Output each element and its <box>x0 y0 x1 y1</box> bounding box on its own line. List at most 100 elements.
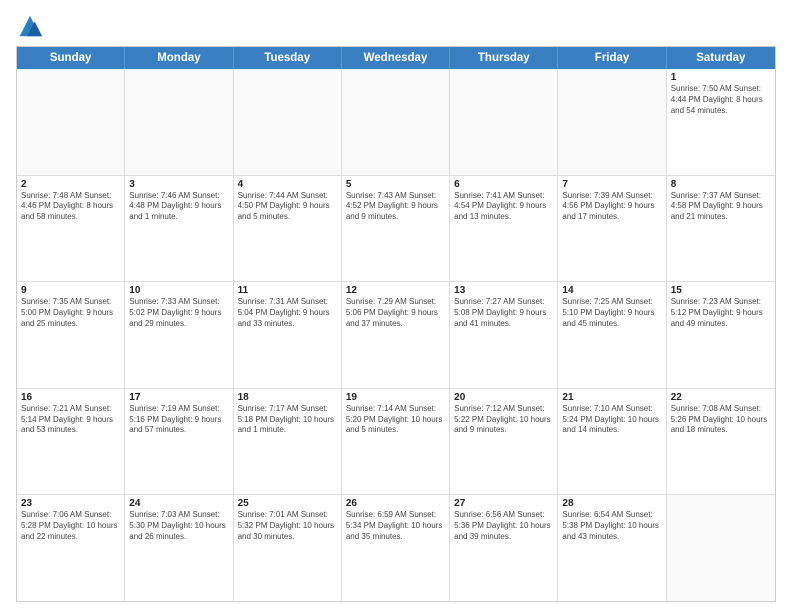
day-number: 8 <box>671 179 771 190</box>
day-number: 23 <box>21 498 120 509</box>
cal-day-empty <box>558 69 666 175</box>
day-number: 11 <box>238 285 337 296</box>
cal-day-11: 11Sunrise: 7:31 AM Sunset: 5:04 PM Dayli… <box>234 282 342 388</box>
cal-day-15: 15Sunrise: 7:23 AM Sunset: 5:12 PM Dayli… <box>667 282 775 388</box>
cal-week-1: 1Sunrise: 7:50 AM Sunset: 4:44 PM Daylig… <box>17 69 775 176</box>
day-info: Sunrise: 7:50 AM Sunset: 4:44 PM Dayligh… <box>671 84 771 116</box>
day-info: Sunrise: 7:39 AM Sunset: 4:56 PM Dayligh… <box>562 191 661 223</box>
cal-day-empty <box>125 69 233 175</box>
cal-day-17: 17Sunrise: 7:19 AM Sunset: 5:16 PM Dayli… <box>125 389 233 495</box>
cal-day-empty <box>342 69 450 175</box>
day-number: 13 <box>454 285 553 296</box>
page: SundayMondayTuesdayWednesdayThursdayFrid… <box>0 0 792 612</box>
cal-day-8: 8Sunrise: 7:37 AM Sunset: 4:58 PM Daylig… <box>667 176 775 282</box>
cal-day-24: 24Sunrise: 7:03 AM Sunset: 5:30 PM Dayli… <box>125 495 233 601</box>
day-info: Sunrise: 7:46 AM Sunset: 4:48 PM Dayligh… <box>129 191 228 223</box>
cal-header-sunday: Sunday <box>17 47 125 69</box>
cal-day-5: 5Sunrise: 7:43 AM Sunset: 4:52 PM Daylig… <box>342 176 450 282</box>
cal-day-21: 21Sunrise: 7:10 AM Sunset: 5:24 PM Dayli… <box>558 389 666 495</box>
day-number: 1 <box>671 72 771 83</box>
calendar-header-row: SundayMondayTuesdayWednesdayThursdayFrid… <box>17 47 775 69</box>
cal-header-monday: Monday <box>125 47 233 69</box>
cal-week-2: 2Sunrise: 7:48 AM Sunset: 4:46 PM Daylig… <box>17 176 775 283</box>
day-number: 15 <box>671 285 771 296</box>
day-number: 27 <box>454 498 553 509</box>
day-number: 20 <box>454 392 553 403</box>
day-info: Sunrise: 7:48 AM Sunset: 4:46 PM Dayligh… <box>21 191 120 223</box>
day-info: Sunrise: 7:23 AM Sunset: 5:12 PM Dayligh… <box>671 297 771 329</box>
day-number: 14 <box>562 285 661 296</box>
cal-day-3: 3Sunrise: 7:46 AM Sunset: 4:48 PM Daylig… <box>125 176 233 282</box>
cal-day-6: 6Sunrise: 7:41 AM Sunset: 4:54 PM Daylig… <box>450 176 558 282</box>
cal-day-empty <box>17 69 125 175</box>
day-info: Sunrise: 7:17 AM Sunset: 5:18 PM Dayligh… <box>238 404 337 436</box>
cal-week-4: 16Sunrise: 7:21 AM Sunset: 5:14 PM Dayli… <box>17 389 775 496</box>
cal-day-23: 23Sunrise: 7:06 AM Sunset: 5:28 PM Dayli… <box>17 495 125 601</box>
cal-day-1: 1Sunrise: 7:50 AM Sunset: 4:44 PM Daylig… <box>667 69 775 175</box>
cal-week-3: 9Sunrise: 7:35 AM Sunset: 5:00 PM Daylig… <box>17 282 775 389</box>
day-info: Sunrise: 6:56 AM Sunset: 5:36 PM Dayligh… <box>454 510 553 542</box>
cal-header-thursday: Thursday <box>450 47 558 69</box>
day-info: Sunrise: 7:31 AM Sunset: 5:04 PM Dayligh… <box>238 297 337 329</box>
day-number: 7 <box>562 179 661 190</box>
cal-day-14: 14Sunrise: 7:25 AM Sunset: 5:10 PM Dayli… <box>558 282 666 388</box>
day-number: 28 <box>562 498 661 509</box>
day-number: 25 <box>238 498 337 509</box>
cal-day-18: 18Sunrise: 7:17 AM Sunset: 5:18 PM Dayli… <box>234 389 342 495</box>
day-info: Sunrise: 7:12 AM Sunset: 5:22 PM Dayligh… <box>454 404 553 436</box>
day-info: Sunrise: 7:43 AM Sunset: 4:52 PM Dayligh… <box>346 191 445 223</box>
day-info: Sunrise: 7:10 AM Sunset: 5:24 PM Dayligh… <box>562 404 661 436</box>
day-info: Sunrise: 7:14 AM Sunset: 5:20 PM Dayligh… <box>346 404 445 436</box>
cal-day-empty <box>667 495 775 601</box>
logo <box>16 12 48 40</box>
day-number: 6 <box>454 179 553 190</box>
day-number: 2 <box>21 179 120 190</box>
day-number: 5 <box>346 179 445 190</box>
cal-day-9: 9Sunrise: 7:35 AM Sunset: 5:00 PM Daylig… <box>17 282 125 388</box>
cal-header-wednesday: Wednesday <box>342 47 450 69</box>
header <box>16 12 776 40</box>
day-info: Sunrise: 7:29 AM Sunset: 5:06 PM Dayligh… <box>346 297 445 329</box>
day-info: Sunrise: 7:44 AM Sunset: 4:50 PM Dayligh… <box>238 191 337 223</box>
cal-day-28: 28Sunrise: 6:54 AM Sunset: 5:38 PM Dayli… <box>558 495 666 601</box>
day-info: Sunrise: 6:59 AM Sunset: 5:34 PM Dayligh… <box>346 510 445 542</box>
day-info: Sunrise: 7:21 AM Sunset: 5:14 PM Dayligh… <box>21 404 120 436</box>
day-number: 3 <box>129 179 228 190</box>
day-number: 21 <box>562 392 661 403</box>
day-info: Sunrise: 6:54 AM Sunset: 5:38 PM Dayligh… <box>562 510 661 542</box>
cal-day-empty <box>234 69 342 175</box>
calendar: SundayMondayTuesdayWednesdayThursdayFrid… <box>16 46 776 602</box>
day-number: 9 <box>21 285 120 296</box>
cal-header-tuesday: Tuesday <box>234 47 342 69</box>
cal-day-22: 22Sunrise: 7:08 AM Sunset: 5:26 PM Dayli… <box>667 389 775 495</box>
day-info: Sunrise: 7:06 AM Sunset: 5:28 PM Dayligh… <box>21 510 120 542</box>
cal-header-friday: Friday <box>558 47 666 69</box>
cal-day-26: 26Sunrise: 6:59 AM Sunset: 5:34 PM Dayli… <box>342 495 450 601</box>
cal-day-7: 7Sunrise: 7:39 AM Sunset: 4:56 PM Daylig… <box>558 176 666 282</box>
cal-day-empty <box>450 69 558 175</box>
cal-day-16: 16Sunrise: 7:21 AM Sunset: 5:14 PM Dayli… <box>17 389 125 495</box>
cal-week-5: 23Sunrise: 7:06 AM Sunset: 5:28 PM Dayli… <box>17 495 775 601</box>
day-number: 26 <box>346 498 445 509</box>
day-info: Sunrise: 7:37 AM Sunset: 4:58 PM Dayligh… <box>671 191 771 223</box>
cal-day-19: 19Sunrise: 7:14 AM Sunset: 5:20 PM Dayli… <box>342 389 450 495</box>
day-info: Sunrise: 7:33 AM Sunset: 5:02 PM Dayligh… <box>129 297 228 329</box>
day-number: 18 <box>238 392 337 403</box>
day-info: Sunrise: 7:08 AM Sunset: 5:26 PM Dayligh… <box>671 404 771 436</box>
cal-day-12: 12Sunrise: 7:29 AM Sunset: 5:06 PM Dayli… <box>342 282 450 388</box>
cal-day-10: 10Sunrise: 7:33 AM Sunset: 5:02 PM Dayli… <box>125 282 233 388</box>
day-number: 10 <box>129 285 228 296</box>
day-number: 12 <box>346 285 445 296</box>
cal-day-4: 4Sunrise: 7:44 AM Sunset: 4:50 PM Daylig… <box>234 176 342 282</box>
cal-day-13: 13Sunrise: 7:27 AM Sunset: 5:08 PM Dayli… <box>450 282 558 388</box>
cal-header-saturday: Saturday <box>667 47 775 69</box>
logo-icon <box>16 12 44 40</box>
day-info: Sunrise: 7:41 AM Sunset: 4:54 PM Dayligh… <box>454 191 553 223</box>
cal-day-25: 25Sunrise: 7:01 AM Sunset: 5:32 PM Dayli… <box>234 495 342 601</box>
day-number: 22 <box>671 392 771 403</box>
day-number: 4 <box>238 179 337 190</box>
day-info: Sunrise: 7:19 AM Sunset: 5:16 PM Dayligh… <box>129 404 228 436</box>
day-info: Sunrise: 7:25 AM Sunset: 5:10 PM Dayligh… <box>562 297 661 329</box>
day-info: Sunrise: 7:03 AM Sunset: 5:30 PM Dayligh… <box>129 510 228 542</box>
cal-day-27: 27Sunrise: 6:56 AM Sunset: 5:36 PM Dayli… <box>450 495 558 601</box>
